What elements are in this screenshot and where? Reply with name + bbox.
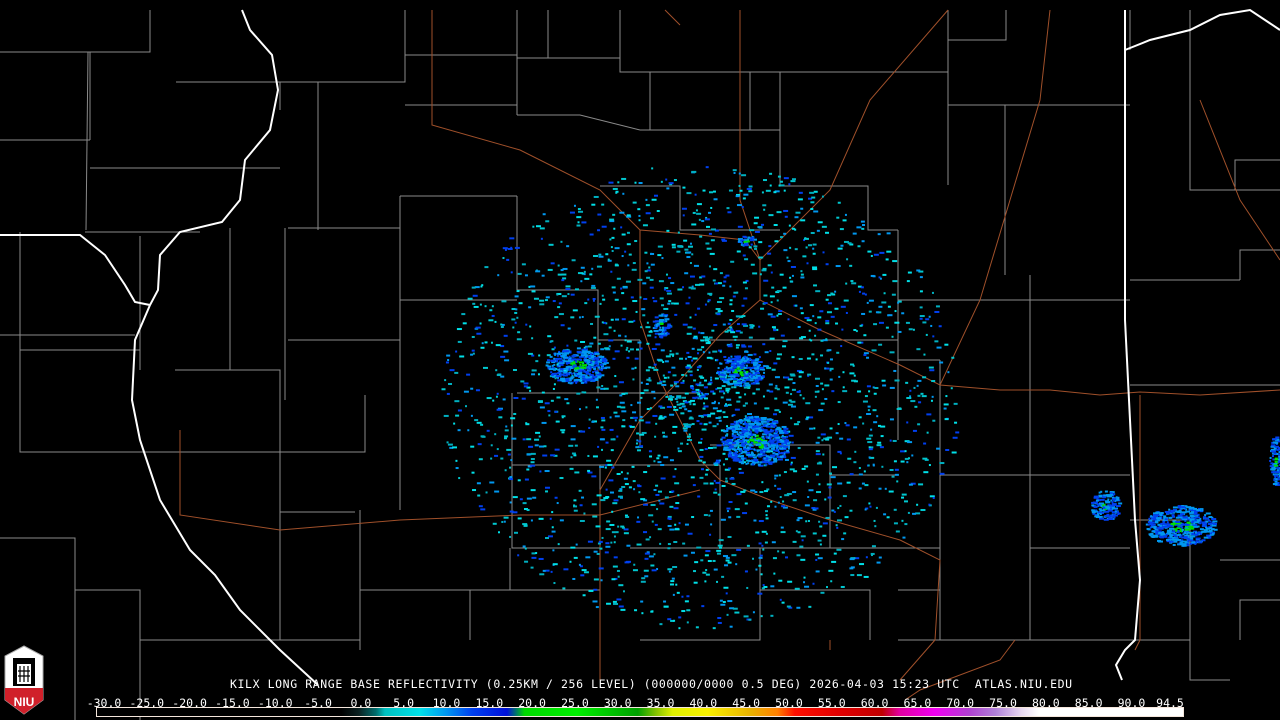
- radar-map: [0, 8, 1280, 720]
- radar-echoes: [441, 166, 1280, 630]
- reflectivity-colorbar: [96, 707, 1184, 717]
- highways: [179, 9, 1280, 701]
- product-title: KILX LONG RANGE BASE REFLECTIVITY (0.25K…: [230, 677, 1073, 691]
- svg-text:NIU: NIU: [14, 695, 35, 709]
- county-lines: [0, 10, 1280, 720]
- niu-logo: NIU: [4, 645, 44, 715]
